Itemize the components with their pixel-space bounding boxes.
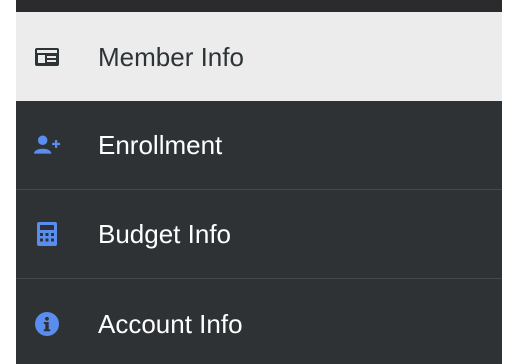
sidebar-item-label: Enrollment	[98, 130, 223, 160]
sidebar-item-member-info[interactable]: Member Info	[16, 12, 502, 101]
top-bar	[16, 0, 502, 12]
user-plus-icon	[34, 132, 60, 158]
sidebar-item-label: Account Info	[98, 308, 243, 339]
calculator-icon	[34, 221, 60, 247]
id-card-icon	[34, 44, 60, 70]
sidebar-item-label: Budget Info	[98, 219, 231, 249]
sidebar-item-budget-info[interactable]: Budget Info	[16, 190, 502, 279]
sidebar-item-account-info[interactable]: Account Info	[16, 279, 502, 364]
sidebar-item-enrollment[interactable]: Enrollment	[16, 101, 502, 190]
info-circle-icon	[34, 311, 60, 337]
sidebar-nav: Member Info Enrollment Budget Info Accou…	[16, 12, 502, 364]
sidebar-item-label: Member Info	[98, 41, 244, 72]
sidebar-frame: Member Info Enrollment Budget Info Accou…	[0, 0, 518, 364]
